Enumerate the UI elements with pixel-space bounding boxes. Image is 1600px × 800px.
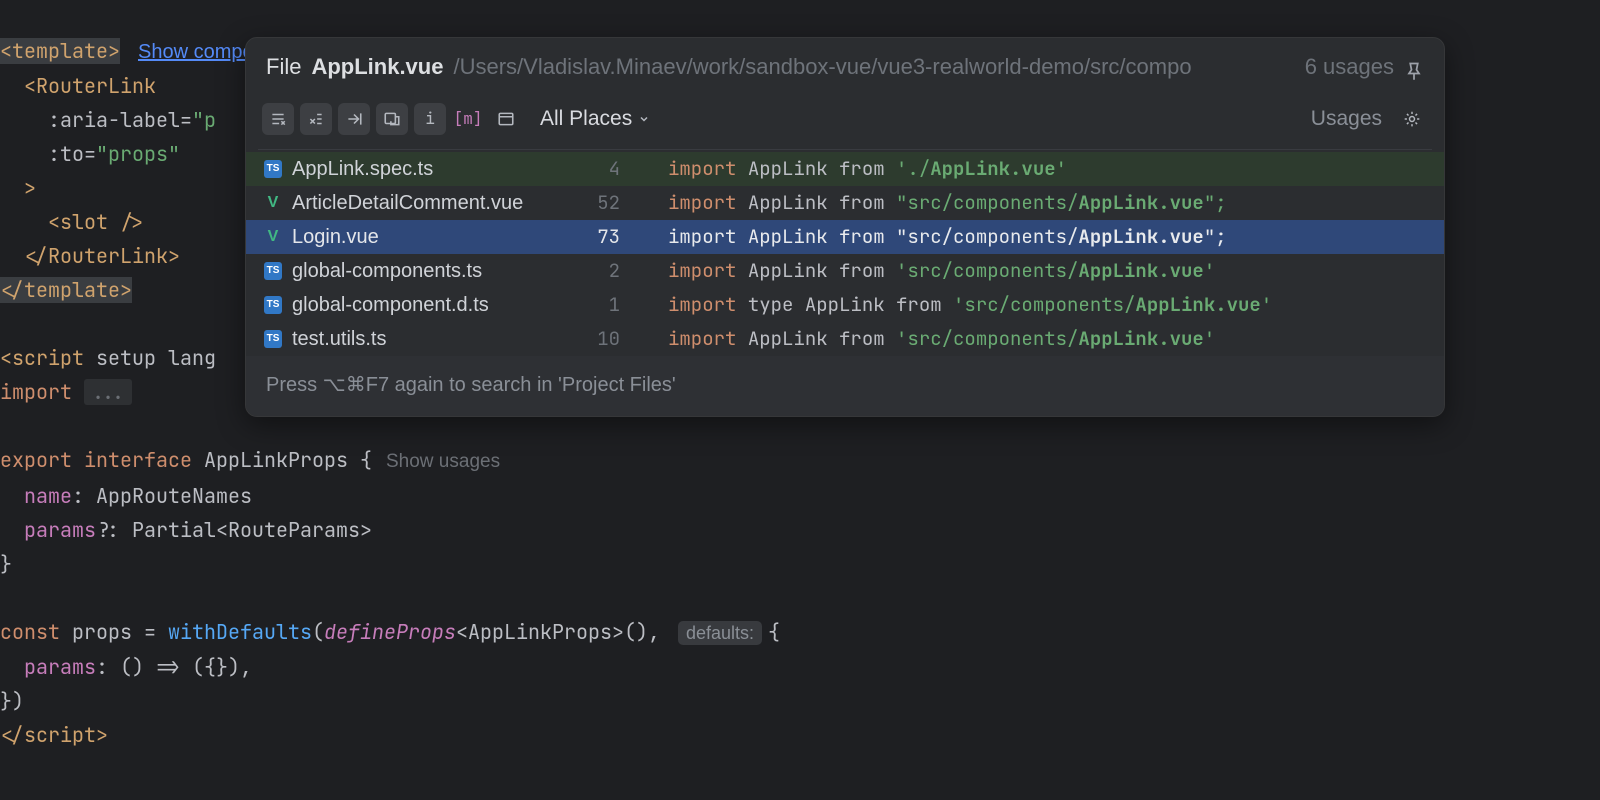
ts-file-icon: TS xyxy=(264,330,282,348)
tag-script-open: script xyxy=(12,345,84,371)
generic: <AppLinkProps> xyxy=(456,619,624,645)
type-partial: ?: Partial<RouteParams> xyxy=(96,517,372,543)
result-filename: AppLink.spec.ts xyxy=(292,152,433,186)
pin-icon[interactable] xyxy=(1404,57,1424,77)
result-lineno: 52 xyxy=(572,186,620,220)
info-icon[interactable]: i xyxy=(414,103,446,135)
result-filename: Login.vue xyxy=(292,220,379,254)
results-list: TS AppLink.spec.ts 4 import AppLink from '.… xyxy=(246,150,1444,356)
result-snippet: import AppLink from "src/components/AppL… xyxy=(668,186,1227,220)
vue-file-icon: V xyxy=(264,228,282,246)
gear-icon[interactable] xyxy=(1396,103,1428,135)
val-to: "props" xyxy=(96,141,180,167)
fn-withdefaults: withDefaults xyxy=(168,619,312,645)
result-filename: global-component.d.ts xyxy=(292,288,489,322)
arrow-default: : () => ({}), xyxy=(96,654,252,680)
usages-popup: File AppLink.vue /Users/Vladislav.Minaev… xyxy=(245,37,1445,417)
tag-slot: slot / xyxy=(60,209,132,235)
filter-write-icon[interactable] xyxy=(300,103,332,135)
prop-params: params xyxy=(24,517,96,543)
code-fold-indicator[interactable]: ... xyxy=(84,379,132,405)
usage-row[interactable]: TS global-component.d.ts 1 import type AppL… xyxy=(246,288,1444,322)
result-snippet: import AppLink from 'src/components/AppL… xyxy=(668,254,1215,288)
fn-defineprops: defineProps xyxy=(324,619,456,645)
var-props: props = xyxy=(60,619,168,645)
result-snippet: import AppLink from './AppLink.vue' xyxy=(668,152,1067,186)
result-filename: global-components.ts xyxy=(292,254,482,288)
param-default: params xyxy=(24,654,96,680)
popup-footer-hint: Press ⌥⌘F7 again to search in 'Project F… xyxy=(246,356,1444,416)
popup-header: File AppLink.vue /Users/Vladislav.Minaev… xyxy=(246,38,1444,94)
result-lineno: 10 xyxy=(572,322,620,356)
result-snippet: import type AppLink from 'src/components… xyxy=(668,288,1272,322)
kw-export: export xyxy=(0,447,72,473)
result-lineno: 1 xyxy=(572,288,620,322)
ts-file-icon: TS xyxy=(264,296,282,314)
usages-tab-label: Usages xyxy=(1311,102,1382,136)
val-aria: "p xyxy=(192,107,216,133)
popup-title-label: File xyxy=(266,50,301,84)
usage-row[interactable]: TS global-components.ts 2 import AppLink fr… xyxy=(246,254,1444,288)
usage-row[interactable]: TS test.utils.ts 10 import AppLink from 'sr… xyxy=(246,322,1444,356)
param-hint-defaults: defaults: xyxy=(678,621,762,645)
scope-dropdown[interactable]: All Places xyxy=(540,102,650,136)
attr-aria: :aria-label xyxy=(48,107,180,133)
popup-toolbar: i [m] All Places Usages xyxy=(246,94,1444,149)
ts-file-icon: TS xyxy=(264,160,282,178)
result-lineno: 4 xyxy=(572,152,620,186)
tag-script-close: /script xyxy=(12,722,96,748)
tag-routerlink-open: RouterLink xyxy=(36,73,156,99)
vue-file-icon: V xyxy=(264,194,282,212)
kw-const: const xyxy=(0,619,60,645)
filter-import-icon[interactable] xyxy=(338,103,370,135)
filter-read-icon[interactable] xyxy=(262,103,294,135)
result-snippet: import AppLink from "src/components/AppL… xyxy=(668,220,1227,254)
preview-icon[interactable] xyxy=(490,103,522,135)
popup-title-filename: AppLink.vue xyxy=(311,50,443,84)
result-snippet: import AppLink from 'src/components/AppL… xyxy=(668,322,1215,356)
tag-routerlink-close: /RouterLink xyxy=(36,243,168,269)
result-filename: test.utils.ts xyxy=(292,322,386,356)
tag-template-open: template xyxy=(12,38,108,64)
type-applinkprops: AppLinkProps xyxy=(204,447,348,473)
tag-template-close: /template xyxy=(12,277,120,303)
usage-row[interactable]: V Login.vue 73 import AppLink from "src/com… xyxy=(246,220,1444,254)
usage-row[interactable]: TS AppLink.spec.ts 4 import AppLink from '.… xyxy=(246,152,1444,186)
chevron-down-icon xyxy=(638,113,650,125)
kw-interface: interface xyxy=(84,447,192,473)
result-lineno: 2 xyxy=(572,254,620,288)
script-attrs: setup lang xyxy=(84,345,216,371)
open-in-find-icon[interactable] xyxy=(376,103,408,135)
show-usages-hint[interactable]: Show usages xyxy=(386,451,500,472)
attr-to: :to xyxy=(48,141,84,167)
bracket-icon[interactable]: [m] xyxy=(452,103,484,135)
result-lineno: 73 xyxy=(572,220,620,254)
type-approute: : AppRouteNames xyxy=(72,483,252,509)
ts-file-icon: TS xyxy=(264,262,282,280)
scope-label: All Places xyxy=(540,102,632,136)
result-filename: ArticleDetailComment.vue xyxy=(292,186,523,220)
usages-count: 6 usages xyxy=(1305,50,1394,84)
prop-name: name xyxy=(24,483,72,509)
kw-import: import xyxy=(0,379,72,405)
usage-row[interactable]: V ArticleDetailComment.vue 52 import AppLin… xyxy=(246,186,1444,220)
popup-path: /Users/Vladislav.Minaev/work/sandbox-vue… xyxy=(453,50,1191,84)
